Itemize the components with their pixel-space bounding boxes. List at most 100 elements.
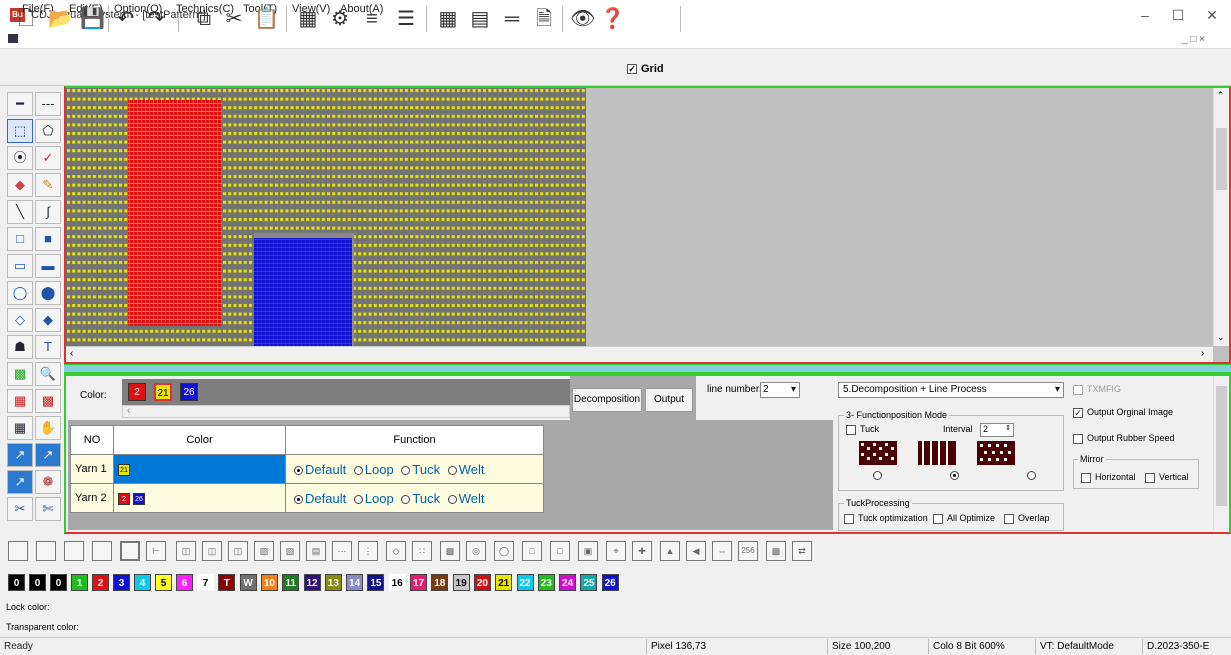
scroll-down-icon[interactable]: ⌄ xyxy=(1217,332,1225,343)
scissors-tool[interactable]: ✄ xyxy=(35,497,61,521)
filled-rounded-rect-tool[interactable]: ▬ xyxy=(35,254,61,278)
pattern-stamp-tool[interactable]: ▦ xyxy=(7,389,33,413)
layers-icon[interactable]: ☰ xyxy=(394,7,418,31)
rounded-rect-tool[interactable]: ▭ xyxy=(7,254,33,278)
color-wheel-tool[interactable]: ❁ xyxy=(35,470,61,494)
output-button[interactable]: Output xyxy=(645,388,693,412)
overlap-checkbox[interactable] xyxy=(1004,513,1014,524)
palette-color[interactable]: 22 xyxy=(516,574,534,591)
shape-dots-icon[interactable]: ⋯ xyxy=(332,541,352,561)
shape-square-icon[interactable] xyxy=(36,541,56,561)
palette-color[interactable]: 18 xyxy=(431,574,449,591)
yarn-color-cell[interactable]: 21 xyxy=(113,454,286,484)
hand-pan-icon[interactable]: ✋ xyxy=(35,416,61,440)
output-original-option[interactable]: ✓ Output Orginal Image xyxy=(1073,407,1173,418)
ellipse-tool[interactable]: ◯ xyxy=(7,281,33,305)
radio-default[interactable] xyxy=(294,494,303,504)
shape-frame-icon[interactable]: □ xyxy=(522,541,542,561)
palette-color[interactable]: 7 xyxy=(197,574,214,591)
mirror-icon[interactable]: ▲ xyxy=(660,541,680,561)
scroll-up-icon[interactable]: ⌃ xyxy=(1217,90,1225,101)
settings-gear-icon[interactable]: ⚙ xyxy=(328,7,352,31)
shape-blocks-icon[interactable]: ▩ xyxy=(766,541,786,561)
eyedropper-tool[interactable]: ✓ xyxy=(35,146,61,170)
palette-color[interactable]: 6 xyxy=(176,574,193,591)
radio-welt[interactable] xyxy=(447,465,457,475)
spin-icon[interactable]: ⇕ xyxy=(1005,424,1011,432)
all-optimize-option[interactable]: All Optimize xyxy=(933,513,995,524)
scroll-thumb[interactable] xyxy=(1216,128,1227,190)
palette-color[interactable]: 19 xyxy=(452,574,470,591)
color-swatch[interactable]: 21 xyxy=(154,383,172,401)
horizontal-option[interactable]: Horizontal xyxy=(1081,472,1136,483)
shape-stripe-icon[interactable]: ▤ xyxy=(306,541,326,561)
line-numbers-select[interactable]: 2 ▾ xyxy=(760,382,800,398)
palette-color[interactable]: 25 xyxy=(580,574,598,591)
shape-hatch-icon[interactable]: ▧ xyxy=(254,541,274,561)
palette-color[interactable]: 26 xyxy=(601,574,619,591)
close-icon[interactable]: ✕ xyxy=(1202,6,1222,24)
palette-color[interactable]: T xyxy=(218,574,236,591)
shape-merge-icon[interactable]: ◫ xyxy=(202,541,222,561)
shape-split-icon[interactable]: ◫ xyxy=(176,541,196,561)
curve-tool[interactable]: ∫ xyxy=(35,200,61,224)
palette-color[interactable]: 10 xyxy=(260,574,278,591)
tuck-optimization-checkbox[interactable] xyxy=(844,513,854,524)
panel-divider[interactable] xyxy=(64,364,1231,374)
open-icon[interactable]: 📂 xyxy=(48,7,73,31)
shape-frame-icon[interactable]: ▣ xyxy=(578,541,598,561)
fill-bucket-tool[interactable]: ☗ xyxy=(7,335,33,359)
palette-color[interactable]: 24 xyxy=(559,574,577,591)
palette-color[interactable]: W xyxy=(239,574,257,591)
filled-rectangle-tool[interactable]: ■ xyxy=(35,227,61,251)
scroll-thumb[interactable] xyxy=(1216,386,1227,506)
shape-cross-icon[interactable]: ✚ xyxy=(632,541,652,561)
radio-loop[interactable] xyxy=(353,465,363,475)
needle-move-tool[interactable]: ↗ xyxy=(7,470,33,494)
copy-icon[interactable]: ⧉ xyxy=(192,7,216,31)
line-tool[interactable]: ╲ xyxy=(7,200,33,224)
redo-icon[interactable]: ↷ xyxy=(144,7,168,31)
list-icon[interactable]: ▤ xyxy=(468,7,492,31)
radio-loop[interactable] xyxy=(353,494,363,504)
palette-color[interactable]: 20 xyxy=(473,574,491,591)
undo-icon[interactable]: ↶ xyxy=(114,7,138,31)
interval-input[interactable]: 2 ⇕ xyxy=(980,423,1014,437)
output-rubber-option[interactable]: Output Rubber Speed xyxy=(1073,433,1175,444)
pattern-grid-tool[interactable]: ▩ xyxy=(35,389,61,413)
rectangle-tool[interactable]: □ xyxy=(7,227,33,251)
color-swatch[interactable]: 26 xyxy=(180,383,198,401)
radio-tuck[interactable] xyxy=(401,465,411,475)
palette-color[interactable]: 0 xyxy=(8,574,25,591)
shape-scatter-icon[interactable]: ∷ xyxy=(412,541,432,561)
eraser-tool[interactable]: ◆ xyxy=(7,173,33,197)
pattern-copy-tool[interactable]: ▦ xyxy=(7,416,33,440)
grid-toggle[interactable]: ✓ Grid xyxy=(627,63,664,75)
cut-icon[interactable]: ✂ xyxy=(222,7,246,31)
decomposition-button[interactable]: Decomposition xyxy=(572,388,642,412)
shape-tree-icon[interactable]: ◫ xyxy=(228,541,248,561)
yarn-color-cell[interactable]: 2 26 xyxy=(113,483,286,513)
tuck-checkbox[interactable] xyxy=(846,424,856,435)
yarn-spool-icon[interactable]: ≡ xyxy=(360,7,384,31)
document-icon[interactable]: 🗎 xyxy=(532,7,556,31)
output-rubber-checkbox[interactable] xyxy=(1073,433,1083,444)
weave-radio-1[interactable] xyxy=(873,470,882,480)
process-select[interactable]: 5.Decomposition + Line Process ▾ xyxy=(838,382,1064,398)
mdi-controls[interactable]: _ □ × xyxy=(1182,34,1205,45)
panel-vertical-scrollbar[interactable] xyxy=(1213,376,1229,530)
vertical-checkbox[interactable] xyxy=(1145,472,1155,483)
radio-welt[interactable] xyxy=(447,494,457,504)
weave-radio-3[interactable] xyxy=(1027,470,1037,480)
palette-color[interactable]: 23 xyxy=(537,574,555,591)
weave-radio-2[interactable] xyxy=(950,470,960,480)
palette-color[interactable]: 16 xyxy=(388,574,406,591)
scroll-right-icon[interactable]: › xyxy=(1201,348,1204,359)
loom-icon[interactable]: ▦ xyxy=(436,7,460,31)
shape-arrows-icon[interactable]: ⇔ xyxy=(712,541,732,561)
scroll-left-icon[interactable]: ‹ xyxy=(127,405,130,416)
palette-color[interactable]: 14 xyxy=(346,574,364,591)
radio-tuck[interactable] xyxy=(401,494,411,504)
function-radios[interactable]: Default Loop Tuck Welt xyxy=(285,483,544,513)
dashed-line-tool[interactable]: --- xyxy=(35,92,61,116)
